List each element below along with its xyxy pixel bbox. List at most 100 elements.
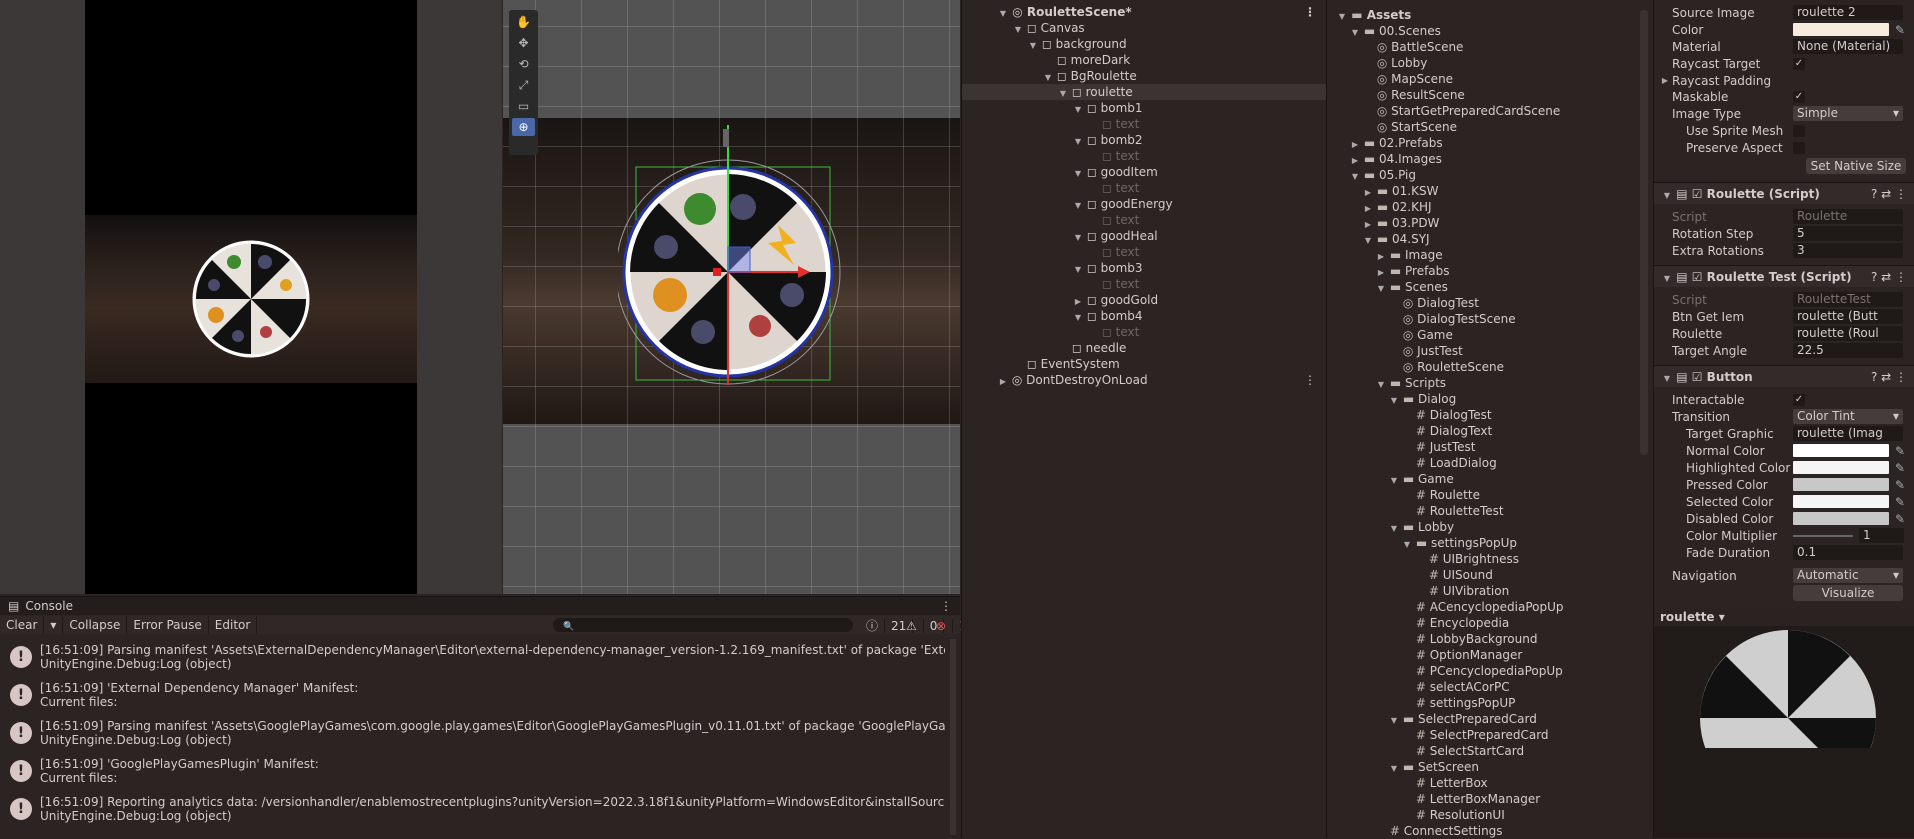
project-item[interactable]: ▼ ▬ 00.Scenes [1327,23,1637,39]
checkbox[interactable]: ☑ [1692,270,1703,284]
chevron-down-icon[interactable]: ▾ [1719,610,1725,624]
component-header[interactable]: ▼ ▤ ☑ Roulette Test (Script) ? ⇄ ⋮ [1654,265,1914,287]
hierarchy-item[interactable]: ▼ ◎ RouletteScene* ⋮ [962,4,1326,20]
set-native-size-button[interactable]: Set Native Size [1806,158,1906,174]
component-header[interactable]: ▼ ▤ ☑ Roulette (Script) ? ⇄ ⋮ [1654,182,1914,204]
project-scrollbar[interactable] [1640,10,1648,455]
settings-icon[interactable]: ? ⇄ ⋮ [1871,183,1907,205]
project-item[interactable]: ▼ ▬ Lobby [1327,519,1637,535]
clear-button[interactable]: Clear [0,616,45,634]
project-item[interactable]: ▶ ▬ Image [1327,247,1637,263]
hierarchy-item[interactable]: ◻ text [962,148,1326,164]
hierarchy-item[interactable]: ▼ ◻ bomb4 [962,308,1326,324]
project-item[interactable]: # UIBrightness [1327,551,1637,567]
rect-tool-icon[interactable]: ▭ [512,97,535,115]
collapse-button[interactable]: Collapse [63,616,128,634]
fold-arrow-icon[interactable]: ▼ [1662,185,1672,207]
inspector-field[interactable]: RouletteTest [1793,292,1903,307]
project-item[interactable]: ▶ ▬ 02.Prefabs [1327,135,1637,151]
inspector-field[interactable]: 5 [1793,226,1903,241]
color-swatch[interactable] [1793,444,1889,457]
color-swatch[interactable] [1793,23,1889,36]
console-entry[interactable]: ! [16:51:09] Parsing manifest 'Assets\Ext… [0,640,950,676]
checkbox[interactable] [1793,142,1805,154]
scene-roulette-wheel[interactable] [618,125,848,385]
hierarchy-item[interactable]: ▶ ◎ DontDestroyOnLoad ⋮ [962,372,1326,388]
hierarchy-item[interactable]: ◻ text [962,244,1326,260]
eyedropper-icon[interactable]: ✎ [1895,459,1905,477]
project-item[interactable]: ◎ ResultScene [1327,87,1637,103]
project-item[interactable]: ▼ ▬ 05.Pig [1327,167,1637,183]
project-item[interactable]: ◎ Lobby [1327,55,1637,71]
project-item[interactable]: ◎ RouletteScene [1327,359,1637,375]
inspector-field[interactable]: roulette 2 [1793,5,1903,20]
chevron-down-icon[interactable]: ▾ [44,616,64,634]
project-item[interactable]: # PCencyclopediaPopUp [1327,663,1637,679]
console-entry[interactable]: ! [16:51:09] Reporting analytics data: /v… [0,792,950,828]
slider-value[interactable]: 1 [1859,528,1904,543]
project-item[interactable]: # LoadDialog [1327,455,1637,471]
hierarchy-item[interactable]: ◻ text [962,276,1326,292]
project-item[interactable]: # ResolutionUI [1327,807,1637,823]
hierarchy-item[interactable]: ▼ ◻ goodItem [962,164,1326,180]
hierarchy-item[interactable]: ▼ ◻ bomb2 [962,132,1326,148]
hand-tool-icon[interactable]: ✋ [512,13,535,31]
project-item[interactable]: # UIVibration [1327,583,1637,599]
scene-rect-handle[interactable] [713,268,721,276]
project-item[interactable]: # selectACorPC [1327,679,1637,695]
project-item[interactable]: ▶ ▬ 04.Images [1327,151,1637,167]
transform-tool-icon[interactable]: ⊕ [512,118,535,136]
checkbox[interactable]: ✓ [1793,91,1805,103]
settings-icon[interactable]: ? ⇄ ⋮ [1871,366,1907,388]
project-item[interactable]: # LetterBoxManager [1327,791,1637,807]
editor-dropdown[interactable]: Editor [209,616,258,634]
project-item[interactable]: # DialogText [1327,423,1637,439]
project-item[interactable]: ▼ ▬ Scenes [1327,279,1637,295]
project-item[interactable]: # RouletteTest [1327,503,1637,519]
project-item[interactable]: ▶ ▬ 03.PDW [1327,215,1637,231]
project-item[interactable]: ◎ DialogTestScene [1327,311,1637,327]
hierarchy-item[interactable]: ▼ ◻ background [962,36,1326,52]
color-swatch[interactable] [1793,478,1889,491]
inspector-field[interactable]: 22.5 [1793,343,1903,358]
dropdown[interactable]: Automatic ▾ [1793,568,1903,583]
project-item[interactable]: ▼ ▬ SetScreen [1327,759,1637,775]
eyedropper-icon[interactable]: ✎ [1895,493,1905,511]
color-swatch[interactable] [1793,512,1889,525]
hierarchy-item[interactable]: ▼ ◻ goodEnergy [962,196,1326,212]
hierarchy-item[interactable]: ◻ moreDark [962,52,1326,68]
project-item[interactable]: # Encyclopedia [1327,615,1637,631]
inspector-field[interactable]: Roulette [1793,209,1903,224]
checkbox[interactable]: ✓ [1793,394,1805,406]
fold-arrow-icon[interactable]: ▶ [998,374,1008,390]
checkbox[interactable] [1793,125,1805,137]
checkbox[interactable]: ✓ [1793,58,1805,70]
project-item[interactable]: ▶ ▬ 02.KHJ [1327,199,1637,215]
project-item[interactable]: ▼ ▬ Assets [1327,7,1637,23]
console-entry[interactable]: ! [16:51:09] Parsing manifest 'Assets\Goo… [0,716,950,752]
project-item[interactable]: # Roulette [1327,487,1637,503]
rotate-tool-icon[interactable]: ⟲ [512,55,535,73]
project-item[interactable]: ▼ ▬ settingsPopUp [1327,535,1637,551]
eyedropper-icon[interactable]: ✎ [1895,442,1905,460]
hierarchy-item[interactable]: ◻ text [962,324,1326,340]
color-swatch[interactable] [1793,495,1889,508]
hierarchy-item[interactable]: ▼ ◻ bomb1 [962,100,1326,116]
eyedropper-icon[interactable]: ✎ [1895,21,1905,39]
color-swatch[interactable] [1793,461,1889,474]
project-item[interactable]: # LetterBox [1327,775,1637,791]
project-item[interactable]: ▶ ▬ 01.KSW [1327,183,1637,199]
hierarchy-item[interactable]: ▼ ◻ bomb3 [962,260,1326,276]
project-item[interactable]: # SelectStartCard [1327,743,1637,759]
eyedropper-icon[interactable]: ✎ [1895,476,1905,494]
eyedropper-icon[interactable]: ✎ [1895,510,1905,528]
dropdown[interactable]: Simple ▾ [1793,106,1903,121]
visualize-button[interactable]: Visualize [1793,585,1903,601]
hierarchy-item[interactable]: ▼ ◻ Canvas [962,20,1326,36]
error-pause-button[interactable]: Error Pause [127,616,209,634]
project-item[interactable]: # DialogTest [1327,407,1637,423]
hierarchy-item[interactable]: ◻ text [962,116,1326,132]
project-item[interactable]: # UISound [1327,567,1637,583]
console-entry[interactable]: ! [16:51:09] 'GooglePlayGamesPlugin' Mani… [0,754,950,790]
project-item[interactable]: ▶ ▬ Prefabs [1327,263,1637,279]
